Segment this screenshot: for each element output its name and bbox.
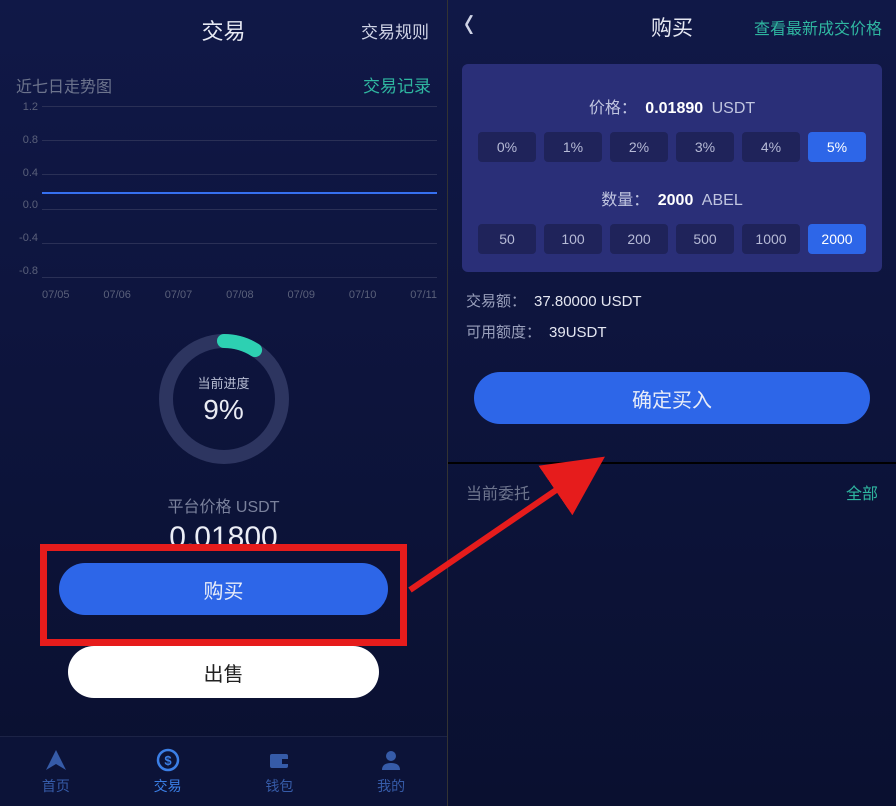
- tab-wallet[interactable]: 钱包: [224, 737, 336, 806]
- trade-icon: $: [155, 747, 181, 773]
- page-title: 交易: [201, 14, 245, 46]
- svg-text:$: $: [164, 753, 172, 768]
- buy-button[interactable]: 购买: [59, 563, 388, 615]
- tab-trade[interactable]: $ 交易: [112, 737, 224, 806]
- pct-chip[interactable]: 0%: [478, 132, 536, 162]
- qty-chip[interactable]: 2000: [808, 224, 866, 254]
- price-value: 0.01890: [645, 100, 703, 117]
- chart-ytick: 0.8: [10, 134, 38, 146]
- chart-ytick: 0.0: [10, 199, 38, 211]
- back-icon[interactable]: ‹: [464, 0, 474, 50]
- pct-chip[interactable]: 2%: [610, 132, 668, 162]
- platform-price-label: 平台价格 USDT: [0, 493, 447, 517]
- price-unit: USDT: [712, 100, 756, 117]
- tab-label: 交易: [154, 776, 182, 796]
- orders-all-link[interactable]: 全部: [846, 480, 878, 504]
- chart-ytick: 0.4: [10, 167, 38, 179]
- person-icon: [378, 747, 404, 773]
- sell-button[interactable]: 出售: [68, 646, 379, 698]
- pct-chip[interactable]: 4%: [742, 132, 800, 162]
- trend-chart: 1.2 0.8 0.4 0.0 -0.4 -0.8 07/05 07/06 07/07 07/0…: [10, 101, 437, 301]
- confirm-buy-button[interactable]: 确定买入: [474, 372, 870, 424]
- chart-xtick: 07/10: [349, 289, 377, 301]
- chart-xtick: 07/05: [42, 289, 70, 301]
- pct-chip[interactable]: 5%: [808, 132, 866, 162]
- price-label: 价格：: [589, 100, 637, 117]
- qty-chip[interactable]: 50: [478, 224, 536, 254]
- chart-ytick: -0.8: [10, 265, 38, 277]
- avail-value: 39USDT: [549, 324, 607, 341]
- tab-label: 钱包: [265, 776, 293, 796]
- chart-xtick: 07/11: [410, 289, 437, 301]
- bottom-tabbar: 首页 $ 交易 钱包 我的: [0, 736, 447, 806]
- tab-label: 首页: [42, 776, 70, 796]
- orders-title: 当前委托: [466, 480, 530, 504]
- pct-chip[interactable]: 1%: [544, 132, 602, 162]
- wallet-icon: [266, 747, 292, 773]
- tab-home[interactable]: 首页: [0, 737, 112, 806]
- chart-ytick: 1.2: [10, 101, 38, 113]
- chart-xtick: 07/09: [288, 289, 316, 301]
- progress-gauge: 当前进度 9%: [154, 329, 294, 469]
- avail-label: 可用额度：: [466, 324, 541, 341]
- chart-ytick: -0.4: [10, 232, 38, 244]
- chart-xtick: 07/06: [103, 289, 131, 301]
- qty-chip[interactable]: 500: [676, 224, 734, 254]
- gauge-label: 当前进度: [197, 373, 249, 392]
- highlight-box: 购买: [40, 544, 407, 646]
- qty-label: 数量：: [601, 192, 649, 209]
- qty-value: 2000: [658, 192, 694, 209]
- order-panel: 价格： 0.01890 USDT 0% 1% 2% 3% 4% 5% 数量： 2000 A…: [462, 64, 882, 272]
- chart-xtick: 07/08: [226, 289, 254, 301]
- qty-chip[interactable]: 100: [544, 224, 602, 254]
- tab-mine[interactable]: 我的: [335, 737, 447, 806]
- rules-link[interactable]: 交易规则: [361, 18, 429, 43]
- qty-unit: ABEL: [702, 192, 743, 209]
- amount-value: 37.80000 USDT: [534, 293, 642, 310]
- latest-price-link[interactable]: 查看最新成交价格: [754, 15, 882, 39]
- amount-label: 交易额：: [466, 293, 526, 310]
- home-icon: [43, 747, 69, 773]
- chart-series-line: [42, 192, 437, 194]
- pct-chip[interactable]: 3%: [676, 132, 734, 162]
- records-link[interactable]: 交易记录: [363, 72, 431, 97]
- qty-chip[interactable]: 1000: [742, 224, 800, 254]
- gauge-value: 9%: [203, 394, 243, 426]
- tab-label: 我的: [377, 776, 405, 796]
- page-title: 购买: [651, 12, 693, 42]
- trend-label: 近七日走势图: [16, 73, 112, 97]
- chart-xtick: 07/07: [165, 289, 193, 301]
- qty-chip[interactable]: 200: [610, 224, 668, 254]
